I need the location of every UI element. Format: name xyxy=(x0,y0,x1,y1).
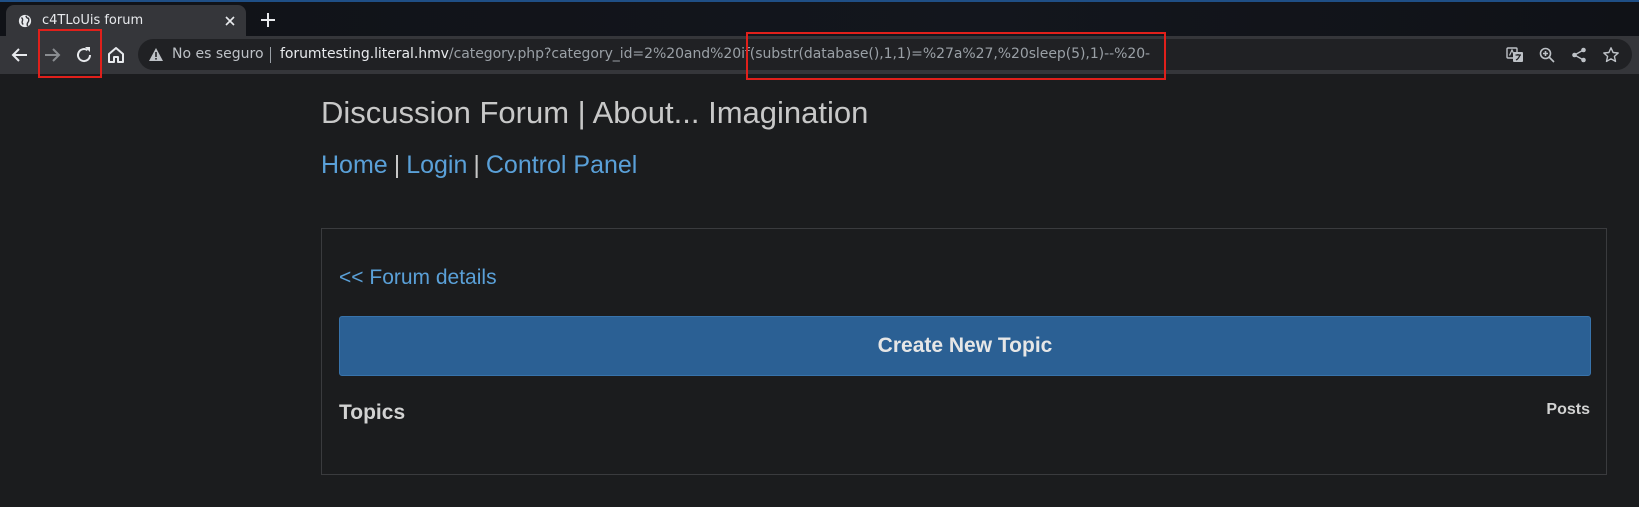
create-new-topic-button[interactable]: Create New Topic xyxy=(339,316,1591,376)
category-panel: << Forum details Create New Topic Topics… xyxy=(321,228,1607,475)
warning-triangle-icon[interactable] xyxy=(148,47,164,62)
home-icon[interactable] xyxy=(104,43,128,67)
main-nav: Home | Login | Control Panel xyxy=(321,151,637,180)
browser-tab[interactable]: c4TLoUis forum xyxy=(6,5,246,38)
security-label[interactable]: No es seguro xyxy=(172,46,264,62)
share-icon[interactable] xyxy=(1570,46,1588,64)
arrow-left-icon[interactable] xyxy=(8,43,32,67)
bookmark-star-icon[interactable] xyxy=(1602,46,1620,64)
topics-header: Topics xyxy=(339,401,406,424)
globe-icon xyxy=(18,14,32,28)
zoom-icon[interactable] xyxy=(1538,46,1556,64)
posts-header: Posts xyxy=(1546,401,1590,418)
nav-home-link[interactable]: Home xyxy=(321,151,388,179)
address-bar[interactable]: No es seguro forumtesting.literal.hmv/ca… xyxy=(138,39,1632,70)
forum-details-link[interactable]: << Forum details xyxy=(339,266,497,290)
browser-toolbar: No es seguro forumtesting.literal.hmv/ca… xyxy=(0,36,1639,74)
url-path: /category.php?category_id=2%20and%20if(s… xyxy=(448,46,1151,62)
nav-separator: | xyxy=(473,151,480,179)
tab-title: c4TLoUis forum xyxy=(42,13,144,28)
nav-login-link[interactable]: Login xyxy=(406,151,467,179)
url-text[interactable]: forumtesting.literal.hmv/category.php?ca… xyxy=(280,46,1150,62)
page-title: Discussion Forum | About... Imagination xyxy=(321,95,869,130)
plus-icon[interactable] xyxy=(258,10,278,30)
reload-icon[interactable] xyxy=(72,43,96,67)
url-host: forumtesting.literal.hmv xyxy=(280,46,449,62)
nav-control-panel-link[interactable]: Control Panel xyxy=(486,151,637,179)
omnibox-divider xyxy=(270,47,271,63)
nav-separator: | xyxy=(393,151,401,179)
close-icon[interactable] xyxy=(222,13,238,29)
translate-icon[interactable] xyxy=(1506,46,1524,64)
tab-strip: c4TLoUis forum xyxy=(0,0,1639,38)
arrow-right-icon[interactable] xyxy=(40,43,64,67)
